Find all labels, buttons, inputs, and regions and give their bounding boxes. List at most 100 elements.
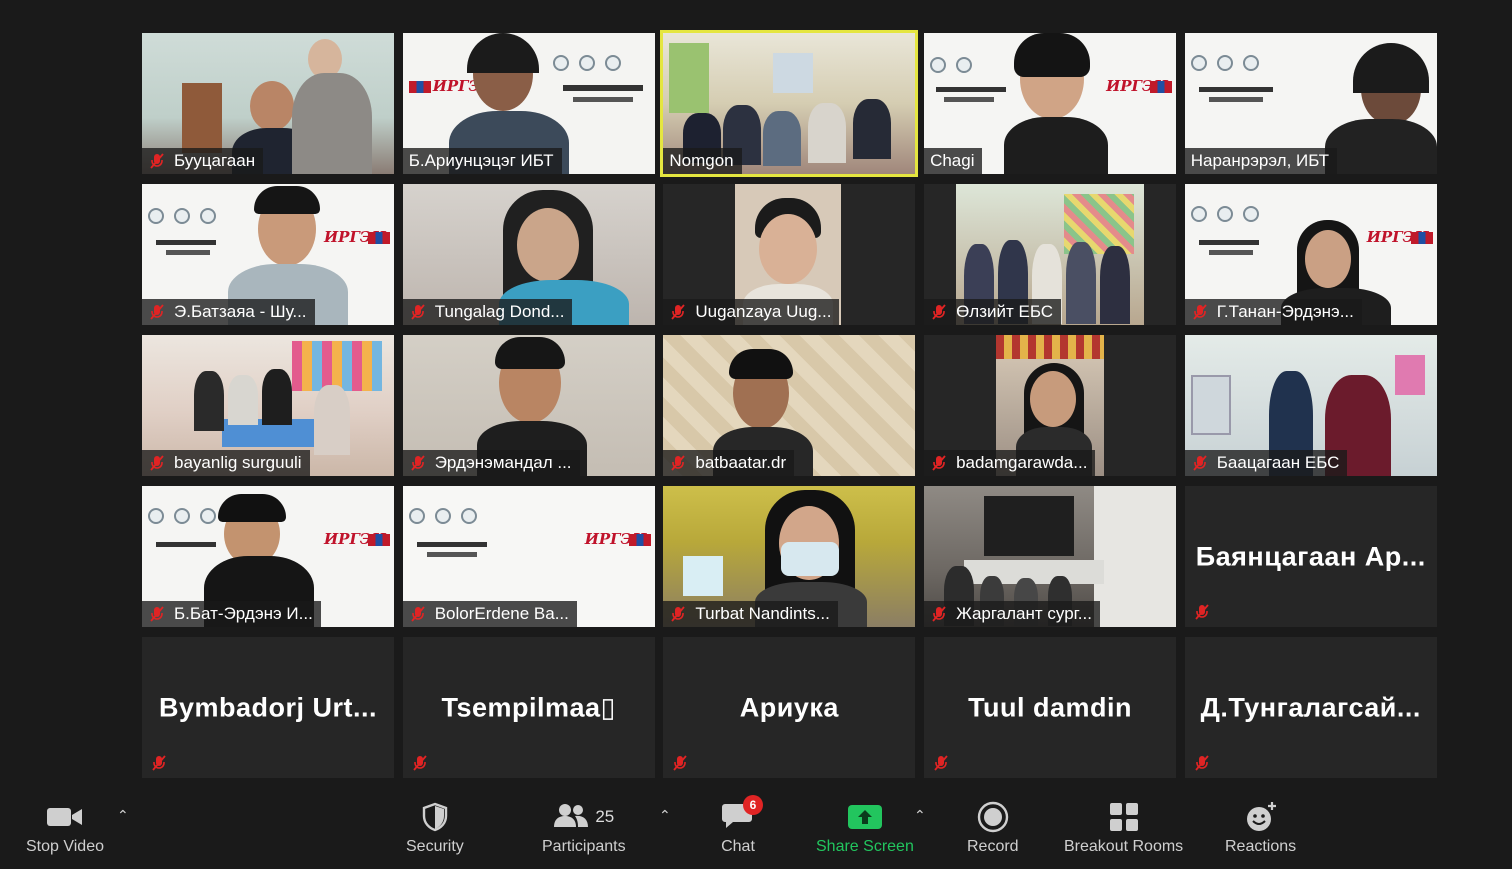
video-options-chevron-up-icon[interactable]: ⌃ <box>117 807 129 824</box>
participant-name: Bymbadorj Urt... <box>158 692 378 722</box>
flag-icon <box>368 534 390 546</box>
participant-tile[interactable]: Бууцагаан <box>142 33 394 174</box>
chat-button[interactable]: 6 Chat <box>721 795 763 856</box>
participant-name: Ариука <box>739 692 839 722</box>
participant-name: Э.Батзаяа - Шу... <box>174 302 307 321</box>
participant-tile-no-video[interactable]: Bymbadorj Urt... <box>142 637 394 778</box>
participant-name: Tsempilmaa▯ <box>441 692 616 722</box>
participants-options-chevron-up-icon[interactable]: ⌃ <box>659 807 671 824</box>
chat-unread-badge: 6 <box>743 795 763 815</box>
participant-name: Chagi <box>930 151 975 170</box>
participant-tile[interactable]: Жаргалант сург... <box>924 486 1177 627</box>
mic-muted-icon <box>930 454 948 472</box>
breakout-rooms-label: Breakout Rooms <box>1064 838 1184 855</box>
participant-tile-no-video[interactable]: Tsempilmaa▯ <box>402 637 655 778</box>
participant-tile[interactable]: badamgarawda... <box>924 335 1177 476</box>
shield-icon <box>421 799 449 835</box>
participant-tile[interactable]: Өлзийт ЕБС <box>924 184 1177 325</box>
mic-muted-icon <box>932 754 950 772</box>
flag-icon <box>408 81 431 93</box>
participant-tile[interactable]: ИРГЭН Э.Батзаяа - Шу... <box>142 184 394 325</box>
participant-tile[interactable]: ИРГЭН Chagi <box>924 33 1177 174</box>
participant-name: Эрдэнэмандал ... <box>434 453 572 472</box>
mic-muted-icon <box>411 754 429 772</box>
participant-tile[interactable]: Баацагаан ЕБС <box>1184 335 1437 476</box>
participant-name-bar: batbaatar.dr <box>663 450 795 476</box>
participant-name-bar: bayanlig surguuli <box>142 450 310 476</box>
participant-tile[interactable]: ИРГЭН Г.Танан-Эрдэнэ... <box>1184 184 1437 325</box>
participant-tile-active-speaker[interactable]: Nomgon <box>660 30 919 177</box>
participant-name-bar: Г.Танан-Эрдэнэ... <box>1184 299 1362 325</box>
mic-muted-icon <box>150 754 168 772</box>
participant-name: Tungalag Dond... <box>434 302 565 321</box>
security-button[interactable]: Security <box>406 799 464 856</box>
record-button[interactable]: Record <box>967 799 1019 856</box>
breakout-rooms-button[interactable]: Breakout Rooms <box>1064 799 1183 856</box>
participant-name: Бууцагаан <box>174 151 256 170</box>
mic-muted-icon <box>671 754 689 772</box>
record-label: Record <box>967 838 1019 855</box>
participant-name: bayanlig surguuli <box>174 453 302 472</box>
participant-name: Наранрэрэл, ИБТ <box>1190 151 1330 170</box>
participant-name-bar: Баацагаан ЕБС <box>1184 450 1348 476</box>
participant-name: Б.Ариунцэцэг ИБТ <box>408 151 554 170</box>
participant-tile[interactable]: bayanlig surguuli <box>142 335 394 476</box>
share-screen-button[interactable]: Share Screen <box>816 799 914 856</box>
mic-muted-icon <box>669 605 687 623</box>
participant-tile[interactable]: batbaatar.dr <box>663 335 916 476</box>
participant-name-bar: BolorErdene Ba... <box>402 601 577 627</box>
flag-icon <box>628 534 651 546</box>
participant-name: Б.Бат-Эрдэнэ И... <box>174 604 313 623</box>
stop-video-button[interactable]: Stop Video <box>26 799 104 856</box>
participants-button[interactable]: 25 Participants <box>542 799 626 856</box>
participant-name: Баянцагаан Ар... <box>1195 541 1426 571</box>
chat-label: Chat <box>721 838 755 855</box>
participant-name-bar: Uuganzaya Uug... <box>663 299 840 325</box>
participant-tile[interactable]: Turbat Nandints... <box>663 486 916 627</box>
participant-name: Tuul damdin <box>968 692 1133 722</box>
mic-muted-icon <box>1193 754 1211 772</box>
mic-muted-icon <box>148 454 166 472</box>
reactions-button[interactable]: Reactions <box>1225 799 1296 856</box>
participant-tile-no-video[interactable]: Ариука <box>663 637 916 778</box>
participant-tile[interactable]: Эрдэнэмандал ... <box>402 335 655 476</box>
stop-video-label: Stop Video <box>26 838 104 855</box>
participant-name-bar: badamgarawda... <box>924 450 1096 476</box>
participant-name: BolorErdene Ba... <box>434 604 569 623</box>
smile-plus-icon <box>1244 799 1278 835</box>
participant-name: Жаргалант сург... <box>956 604 1092 623</box>
record-icon <box>977 799 1009 835</box>
share-options-chevron-up-icon[interactable]: ⌃ <box>914 807 926 824</box>
participant-tile-no-video[interactable]: Tuul damdin <box>924 637 1177 778</box>
mic-muted-icon <box>409 454 427 472</box>
participant-name-bar: Chagi <box>924 148 983 174</box>
security-label: Security <box>406 838 464 855</box>
participant-tile[interactable]: ИРГЭН BolorErdene Ba... <box>402 486 655 627</box>
video-camera-icon <box>46 799 84 835</box>
participant-name-bar: Э.Батзаяа - Шу... <box>142 299 315 325</box>
participant-tile[interactable]: Uuganzaya Uug... <box>663 184 916 325</box>
participant-name-bar: Жаргалант сург... <box>924 601 1100 627</box>
participant-name-bar: Эрдэнэмандал ... <box>402 450 580 476</box>
flag-icon <box>1410 232 1433 244</box>
meeting-toolbar: Stop Video ⌃ Security 25 Participants ⌃ … <box>0 789 1512 869</box>
participant-name-bar: Б.Ариунцэцэг ИБТ <box>402 148 562 174</box>
participant-name: Өлзийт ЕБС <box>956 302 1054 321</box>
participant-name-bar: Б.Бат-Эрдэнэ И... <box>142 601 321 627</box>
participant-tile-no-video[interactable]: Баянцагаан Ар... <box>1184 486 1437 627</box>
mic-muted-icon <box>1191 303 1209 321</box>
mic-muted-icon <box>930 303 948 321</box>
participant-name: Д.Тунгалагсай... <box>1200 692 1421 722</box>
participant-tile[interactable]: ИРГЭН Б.Ариунцэцэг ИБТ <box>402 33 655 174</box>
participant-tile[interactable]: Наранрэрэл, ИБТ <box>1184 33 1437 174</box>
participant-tile[interactable]: Tungalag Dond... <box>402 184 655 325</box>
participants-label: Participants <box>542 838 626 855</box>
participant-tile-no-video[interactable]: Д.Тунгалагсай... <box>1184 637 1437 778</box>
participant-tile[interactable]: ИРГЭН Б.Бат-Эрдэнэ И... <box>142 486 394 627</box>
participant-name: Turbat Nandints... <box>695 604 830 623</box>
participant-name-bar: Tungalag Dond... <box>402 299 573 325</box>
participant-name-bar: Nomgon <box>663 148 742 174</box>
participant-name-bar: Өлзийт ЕБС <box>924 299 1062 325</box>
mic-muted-icon <box>409 605 427 623</box>
flag-icon <box>1150 81 1173 93</box>
